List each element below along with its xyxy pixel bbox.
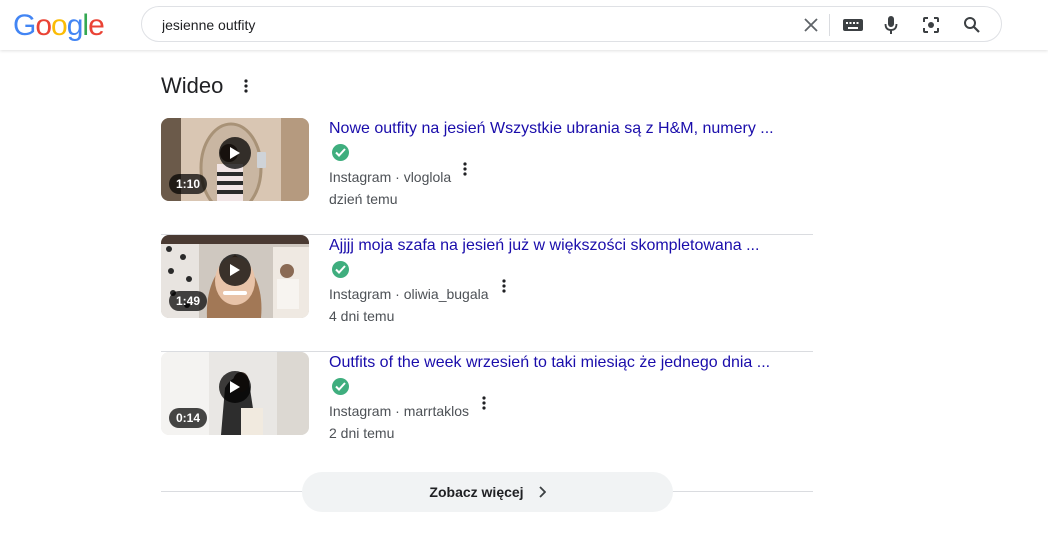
clear-icon[interactable] [799, 13, 823, 37]
video-duration: 1:49 [169, 291, 208, 311]
video-source: Instagram · vloglola [329, 169, 452, 185]
microphone-icon[interactable] [879, 13, 903, 37]
verified-icon [332, 378, 349, 395]
video-thumbnail[interactable]: 0:14 [161, 352, 309, 435]
video-title-link[interactable]: Outfits of the week wrzesień to taki mie… [329, 354, 770, 372]
video-result: 1:10 Nowe outfity na jesień Wszystkie ub… [161, 118, 813, 235]
video-result: 0:14 Outfits of the week wrzesień to tak… [161, 352, 813, 469]
top-bar: Google [0, 0, 1048, 50]
play-icon [219, 137, 251, 169]
video-source: Instagram · marrtaklos [329, 403, 470, 419]
logo-letter: g [66, 9, 84, 42]
video-thumbnail[interactable]: 1:49 [161, 235, 309, 318]
video-date: dzień temu [329, 191, 398, 207]
more-vert-icon[interactable] [236, 76, 256, 96]
chevron-right-icon [538, 486, 546, 498]
verified-icon [332, 144, 349, 161]
logo-letter: G [13, 9, 36, 42]
logo-letter: o [51, 9, 68, 42]
video-date: 2 dni temu [329, 425, 395, 441]
play-icon [219, 371, 251, 403]
video-duration: 1:10 [169, 174, 208, 194]
video-thumbnail[interactable]: 1:10 [161, 118, 309, 201]
logo-letter: o [35, 9, 52, 42]
play-icon [219, 254, 251, 286]
video-date: 4 dni temu [329, 308, 395, 324]
section-title: Wideo [161, 73, 224, 98]
search-divider [829, 14, 830, 36]
search-input[interactable] [162, 15, 782, 35]
search-icon[interactable] [960, 13, 984, 37]
more-vert-icon[interactable] [457, 159, 473, 179]
verified-icon [332, 261, 349, 278]
video-result: 1:49 Ajjjj moja szafa na jesień już w wi… [161, 235, 813, 352]
video-duration: 0:14 [169, 408, 208, 428]
logo-letter: e [88, 9, 105, 42]
see-more-button[interactable]: Zobacz więcej [302, 472, 673, 512]
video-title-link[interactable]: Ajjjj moja szafa na jesień już w większo… [329, 237, 759, 255]
more-vert-icon[interactable] [476, 393, 492, 413]
video-source: Instagram · oliwia_bugala [329, 286, 489, 302]
video-title-link[interactable]: Nowe outfity na jesień Wszystkie ubrania… [329, 120, 774, 138]
search-box [141, 6, 1002, 42]
more-vert-icon[interactable] [496, 276, 512, 296]
see-more-label: Zobacz więcej [429, 484, 524, 500]
lens-icon[interactable] [919, 13, 943, 37]
keyboard-icon[interactable] [841, 13, 865, 37]
google-logo[interactable]: Google [13, 9, 105, 43]
